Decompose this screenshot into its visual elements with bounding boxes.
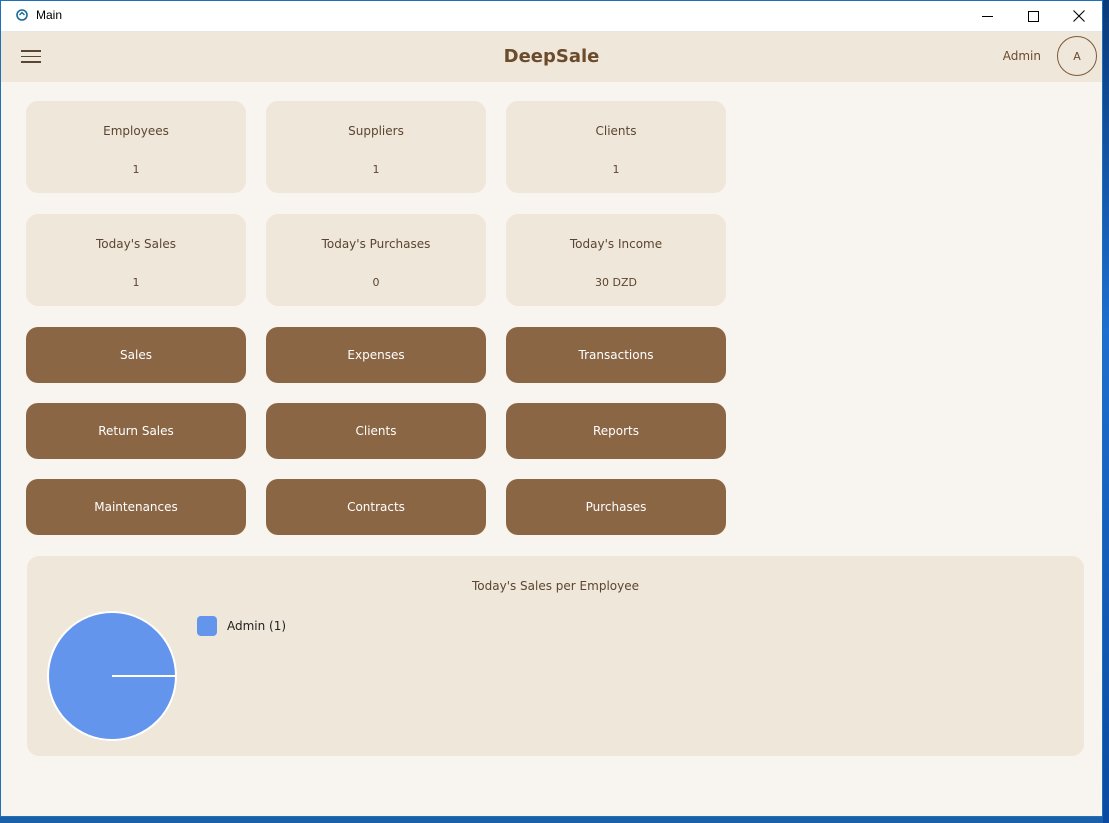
pie-chart [47,611,177,741]
stat-label: Clients [595,124,637,138]
stat-card-todays-purchases: Today's Purchases 0 [266,214,486,306]
stat-card-todays-income: Today's Income 30 DZD [506,214,726,306]
close-button[interactable] [1056,1,1102,31]
stat-label: Today's Purchases [321,237,431,251]
stat-label: Employees [103,124,169,138]
contracts-button[interactable]: Contracts [266,479,486,535]
app-header: DeepSale Admin A [1,32,1102,82]
stat-value: 30 DZD [595,276,637,289]
app-brand: DeepSale [503,46,600,67]
return-sales-button[interactable]: Return Sales [26,403,246,459]
stat-card-clients: Clients 1 [506,101,726,193]
maximize-button[interactable] [1010,1,1056,31]
stat-value: 0 [372,276,380,289]
sales-button[interactable]: Sales [26,327,246,383]
avatar[interactable]: A [1057,36,1097,76]
minimize-icon [981,15,993,17]
stat-value: 1 [372,163,380,176]
stat-card-todays-sales: Today's Sales 1 [26,214,246,306]
stat-label: Today's Income [569,237,663,251]
minimize-button[interactable] [964,1,1010,31]
main-window: Main DeepSale Admin A Employees 1 Suppli… [0,0,1103,817]
sales-per-employee-panel: Today's Sales per Employee Admin (1) [27,556,1084,756]
clients-button[interactable]: Clients [266,403,486,459]
chart-title: Today's Sales per Employee [471,579,639,593]
stat-value: 1 [132,163,140,176]
maintenances-button[interactable]: Maintenances [26,479,246,535]
legend-label: Admin (1) [227,619,287,633]
close-icon [1073,10,1085,22]
desktop-background [1103,0,1109,823]
user-name: Admin [1002,49,1041,63]
title-bar: Main [1,1,1102,32]
legend-swatch [197,616,217,636]
window-title: Main [36,8,63,22]
app-icon [16,9,28,21]
reports-button[interactable]: Reports [506,403,726,459]
maximize-icon [1027,10,1039,22]
stat-value: 1 [132,276,140,289]
expenses-button[interactable]: Expenses [266,327,486,383]
stat-card-suppliers: Suppliers 1 [266,101,486,193]
stat-value: 1 [612,163,620,176]
purchases-button[interactable]: Purchases [506,479,726,535]
stat-label: Today's Sales [95,237,176,251]
stat-label: Suppliers [348,124,404,138]
transactions-button[interactable]: Transactions [506,327,726,383]
stat-card-employees: Employees 1 [26,101,246,193]
